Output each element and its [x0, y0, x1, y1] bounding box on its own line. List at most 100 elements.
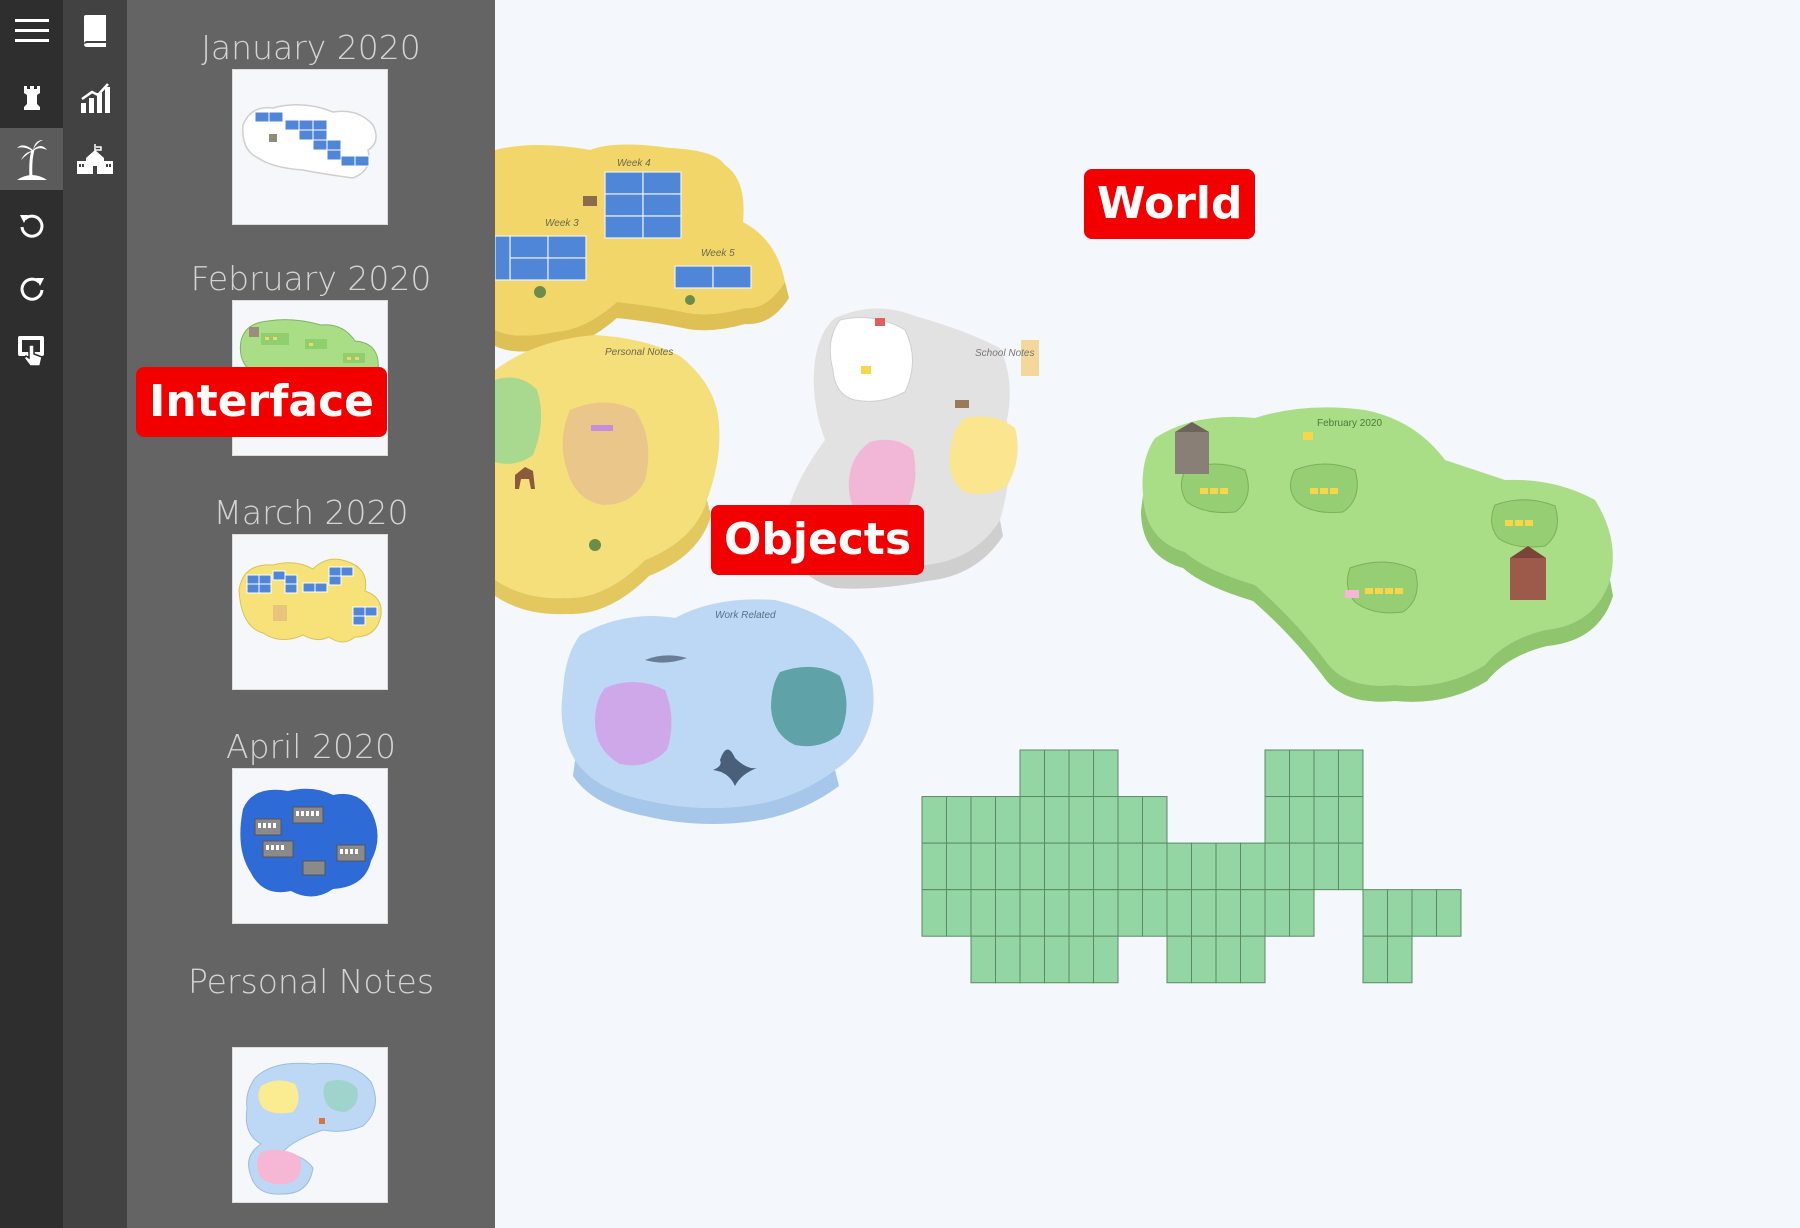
island-thumbnail-personal-notes[interactable] — [232, 1047, 388, 1203]
grid-cell[interactable] — [1240, 889, 1266, 937]
grid-cell[interactable] — [1264, 796, 1290, 844]
grid-cell[interactable] — [1166, 842, 1192, 891]
grid-cell[interactable] — [1215, 889, 1241, 937]
grid-cell[interactable] — [921, 889, 947, 937]
grid-cell[interactable] — [1313, 796, 1339, 844]
grid-cell[interactable] — [1289, 796, 1315, 844]
grid-cell[interactable] — [1068, 842, 1094, 891]
school-building-icon — [76, 144, 113, 174]
rook-tool-button[interactable] — [0, 67, 63, 129]
grid-cell[interactable] — [1093, 889, 1119, 937]
grid-cell[interactable] — [1338, 749, 1364, 798]
grid-cell[interactable] — [1068, 889, 1094, 937]
grid-cell[interactable] — [1411, 889, 1437, 937]
undo-button[interactable] — [0, 194, 63, 256]
island-title: March 2020 — [213, 493, 409, 532]
island-label: School Notes — [975, 348, 1034, 359]
grid-cell[interactable] — [1191, 842, 1217, 891]
grid-cell[interactable] — [1338, 842, 1364, 891]
grid-cell[interactable] — [1019, 935, 1045, 984]
grid-cell[interactable] — [1117, 796, 1143, 844]
island-grid-outline[interactable] — [921, 749, 1462, 984]
island-thumbnail-march[interactable] — [232, 534, 388, 690]
grid-cell[interactable] — [1362, 889, 1388, 937]
grid-cell[interactable] — [1264, 749, 1290, 798]
grid-cell[interactable] — [1044, 842, 1070, 891]
grid-cell[interactable] — [1068, 935, 1094, 984]
redo-button[interactable] — [0, 257, 63, 319]
grid-cell[interactable] — [1142, 796, 1168, 844]
grid-cell[interactable] — [995, 796, 1021, 844]
grid-cell[interactable] — [1289, 749, 1315, 798]
grid-cell[interactable] — [921, 842, 947, 891]
book-icon — [83, 15, 106, 47]
grid-cell[interactable] — [1215, 935, 1241, 984]
grid-cell[interactable] — [1264, 889, 1290, 937]
grid-cell[interactable] — [1166, 889, 1192, 937]
grid-cell[interactable] — [1044, 935, 1070, 984]
grid-cell[interactable] — [1191, 889, 1217, 937]
grid-cell[interactable] — [1362, 935, 1388, 984]
grid-cell[interactable] — [1019, 842, 1045, 891]
grid-cell[interactable] — [1436, 889, 1462, 937]
island-yellow[interactable]: Week 4 Week 3 Week 5 — [495, 144, 789, 352]
grid-cell[interactable] — [1313, 749, 1339, 798]
grid-cell[interactable] — [995, 842, 1021, 891]
grid-cell[interactable] — [970, 935, 996, 984]
grid-cell[interactable] — [1166, 935, 1192, 984]
island-label: Work Related — [715, 610, 776, 621]
grid-cell[interactable] — [1387, 935, 1413, 984]
grid-cell[interactable] — [1142, 889, 1168, 937]
island-thumbnail-april[interactable] — [232, 768, 388, 924]
grid-cell[interactable] — [1068, 796, 1094, 844]
grid-cell[interactable] — [1093, 842, 1119, 891]
touch-screen-button[interactable] — [0, 320, 63, 382]
grid-cell[interactable] — [970, 796, 996, 844]
grid-cell[interactable] — [1068, 749, 1094, 798]
grid-cell[interactable] — [946, 796, 972, 844]
grid-cell[interactable] — [1044, 796, 1070, 844]
grid-cell[interactable] — [1019, 749, 1045, 798]
grid-cell[interactable] — [1313, 842, 1339, 891]
grid-cell[interactable] — [1044, 889, 1070, 937]
grid-cell[interactable] — [1019, 889, 1045, 937]
island-icon — [16, 140, 47, 180]
grid-cell[interactable] — [1289, 889, 1315, 937]
grid-cell[interactable] — [1338, 796, 1364, 844]
grid-cell[interactable] — [1264, 842, 1290, 891]
grid-cell[interactable] — [946, 889, 972, 937]
undo-icon — [19, 214, 43, 238]
menu-button[interactable] — [0, 0, 63, 62]
grid-cell[interactable] — [1240, 842, 1266, 891]
island-personal-notes[interactable]: Personal Notes — [495, 335, 720, 615]
grid-cell[interactable] — [1117, 842, 1143, 891]
grid-cell[interactable] — [1289, 842, 1315, 891]
grid-cell[interactable] — [921, 796, 947, 844]
grid-cell[interactable] — [1240, 935, 1266, 984]
grid-cell[interactable] — [970, 889, 996, 937]
book-button[interactable] — [63, 0, 126, 62]
grid-cell[interactable] — [1117, 889, 1143, 937]
island-february[interactable]: February 2020 — [1141, 407, 1613, 702]
grid-cell[interactable] — [995, 935, 1021, 984]
grid-cell[interactable] — [1387, 889, 1413, 937]
grid-cell[interactable] — [1019, 796, 1045, 844]
grid-cell[interactable] — [946, 842, 972, 891]
island-thumbnail-january[interactable] — [232, 69, 388, 225]
grid-cell[interactable] — [1093, 749, 1119, 798]
grid-cell[interactable] — [1093, 796, 1119, 844]
redo-icon — [20, 277, 44, 301]
grid-cell[interactable] — [1191, 935, 1217, 984]
grid-cell[interactable] — [1142, 842, 1168, 891]
school-button[interactable] — [63, 128, 126, 190]
grid-cell[interactable] — [970, 842, 996, 891]
grid-cell[interactable] — [1044, 749, 1070, 798]
stats-button[interactable] — [63, 67, 126, 129]
grid-cell[interactable] — [1215, 842, 1241, 891]
island-work-related[interactable]: Work Related — [561, 599, 874, 824]
island-label: Week 3 — [545, 218, 579, 229]
island-label: February 2020 — [1317, 418, 1382, 429]
island-tool-button[interactable] — [0, 128, 63, 190]
grid-cell[interactable] — [1093, 935, 1119, 984]
grid-cell[interactable] — [995, 889, 1021, 937]
